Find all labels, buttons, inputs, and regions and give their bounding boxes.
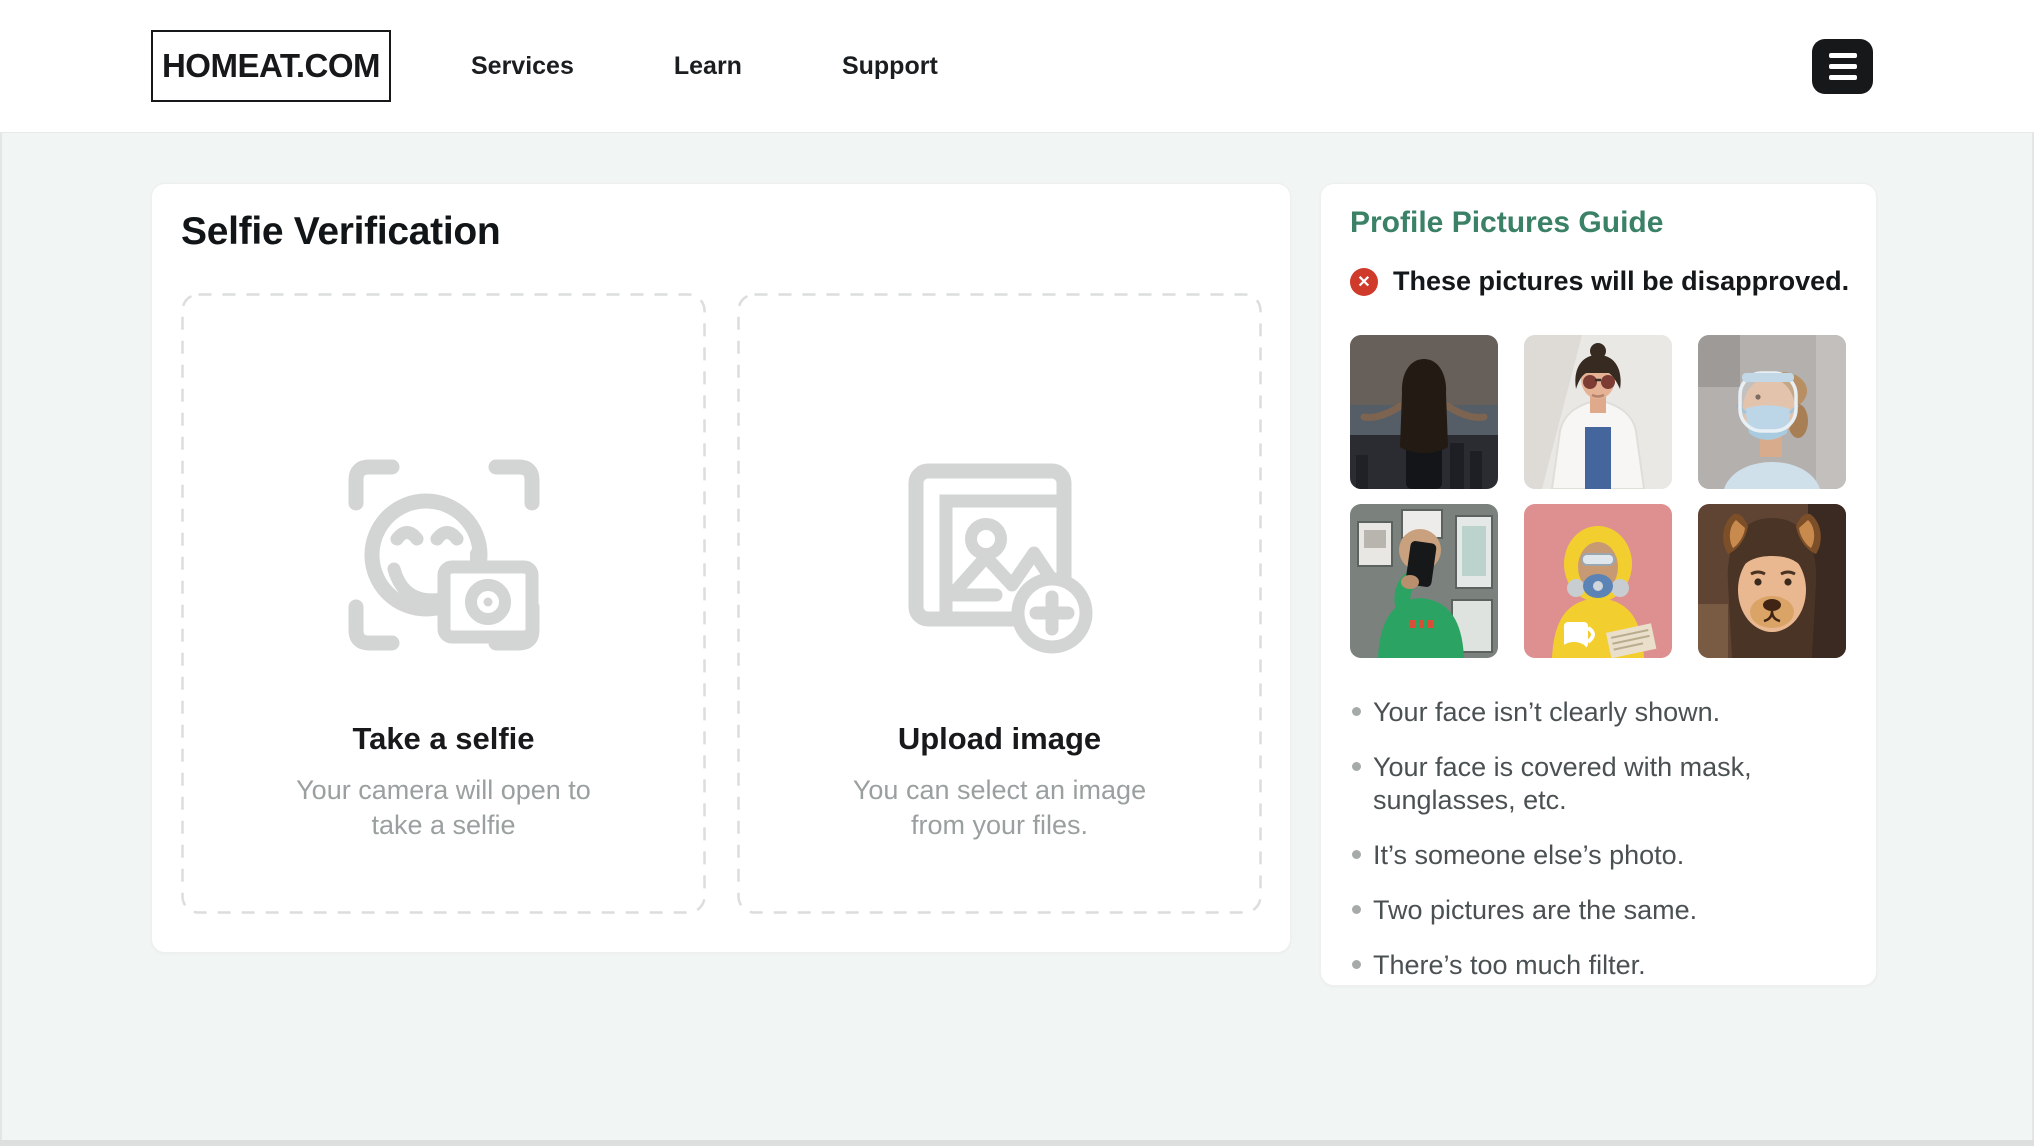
- disapproved-warning: ✕ These pictures will be disapproved.: [1350, 266, 1849, 297]
- page: { "header": { "logo": "HOMEAT.COM", "nav…: [0, 0, 2034, 1146]
- logo[interactable]: HOMEAT.COM: [151, 30, 391, 102]
- page-title: Selfie Verification: [181, 210, 500, 254]
- rule-item: Two pictures are the same.: [1350, 894, 1812, 927]
- disapproved-photo-sunglasses: [1524, 335, 1672, 489]
- disapproved-photo-mask-shield: [1698, 335, 1846, 489]
- guide-title: Profile Pictures Guide: [1350, 206, 1663, 240]
- nav-item-services[interactable]: Services: [471, 52, 574, 81]
- disapproved-photo-dog-filter: [1698, 504, 1846, 658]
- take-selfie-title: Take a selfie: [352, 721, 534, 757]
- take-selfie-option[interactable]: Take a selfie Your camera will open to t…: [181, 293, 706, 914]
- rule-item: Your face isn’t clearly shown.: [1350, 696, 1812, 729]
- rule-item: There’s too much filter.: [1350, 949, 1812, 982]
- warning-text: These pictures will be disapproved.: [1393, 266, 1849, 297]
- disapproved-photo-hazmat: [1524, 504, 1672, 658]
- rule-item: Your face is covered with mask, sunglass…: [1350, 751, 1812, 817]
- disapproved-photo-grid: [1350, 335, 1846, 658]
- nav-item-support[interactable]: Support: [842, 52, 938, 81]
- selfie-camera-icon: [344, 455, 544, 655]
- bullet-dot: [1352, 850, 1361, 859]
- bullet-dot: [1352, 707, 1361, 716]
- bullet-dot: [1352, 905, 1361, 914]
- bullet-dot: [1352, 960, 1361, 969]
- upload-image-title: Upload image: [898, 721, 1101, 757]
- menu-button[interactable]: [1812, 39, 1873, 94]
- disapproved-photo-phone-over-face: [1350, 504, 1498, 658]
- disapproved-photo-back-to-camera: [1350, 335, 1498, 489]
- x-circle-icon: ✕: [1350, 268, 1378, 296]
- main-nav: Services Learn Support: [471, 52, 938, 81]
- upload-image-description: You can select an image from your files.: [842, 773, 1157, 842]
- header: HOMEAT.COM Services Learn Support: [0, 0, 2034, 133]
- profile-pictures-guide-card: Profile Pictures Guide ✕ These pictures …: [1320, 183, 1877, 986]
- take-selfie-description: Your camera will open to take a selfie: [286, 773, 601, 842]
- upload-image-option[interactable]: Upload image You can select an image fro…: [737, 293, 1262, 914]
- rule-item: It’s someone else’s photo.: [1350, 839, 1812, 872]
- upload-image-icon: [900, 455, 1100, 655]
- disapproval-rules-list: Your face isn’t clearly shown. Your face…: [1350, 696, 1850, 1004]
- logo-text: HOMEAT.COM: [162, 47, 380, 85]
- bullet-dot: [1352, 762, 1361, 771]
- nav-item-learn[interactable]: Learn: [674, 52, 742, 81]
- window-bottom-edge: [0, 1140, 2034, 1146]
- selfie-verification-card: Selfie Verification Take a selfie Your c…: [151, 183, 1291, 953]
